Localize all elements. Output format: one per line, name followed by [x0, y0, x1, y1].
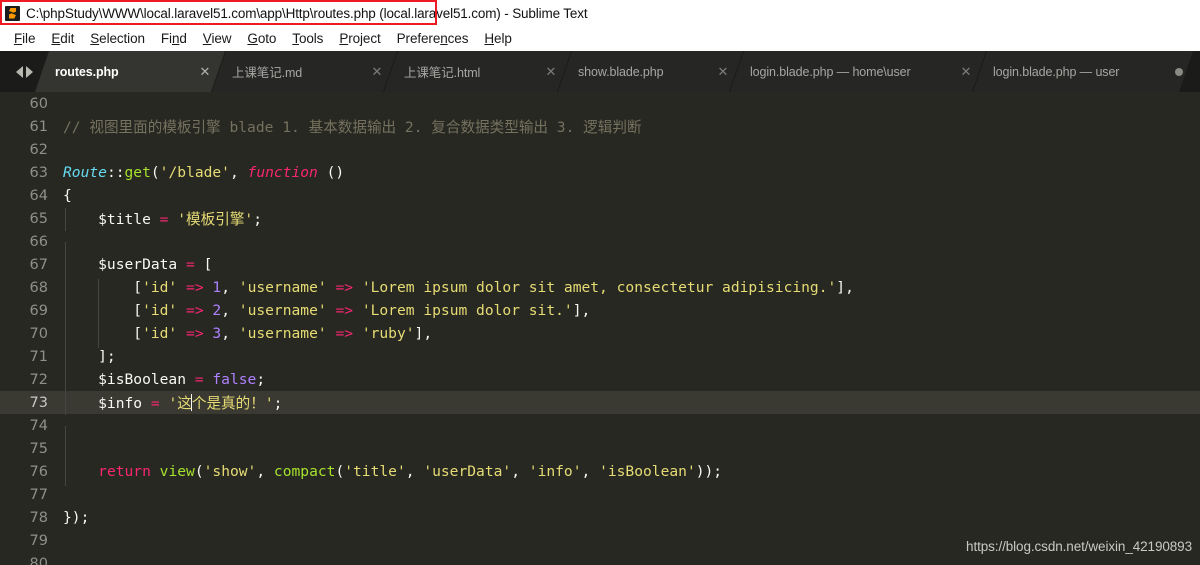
tab-close-icon[interactable]: ✕ — [363, 64, 391, 80]
tab-show-blade-php[interactable]: show.blade.php ✕ — [558, 51, 743, 92]
tab-unsaved-dot-icon[interactable] — [1167, 68, 1191, 76]
code-editor[interactable]: 60 61 // 视图里面的模板引擎 blade 1. 基本数据输出 2. 复合… — [0, 92, 1200, 565]
sublime-text-window: C:\phpStudy\WWW\local.laravel51.com\app\… — [0, 0, 1200, 565]
line-number: 64 — [29, 187, 48, 204]
line-number: 61 — [29, 118, 48, 135]
tab-label: login.blade.php — home\user — [750, 64, 911, 79]
line-content: $title = '模板引擎'; — [62, 208, 1200, 231]
line-content: $isBoolean = false; — [62, 371, 1200, 394]
menu-item-preferences[interactable]: Preferences — [389, 31, 477, 46]
line-content: $info = '这个是真的！'; — [62, 392, 1200, 415]
tab-close-icon[interactable]: ✕ — [709, 64, 737, 80]
menu-item-tools[interactable]: Tools — [284, 31, 331, 46]
code-lines: 60 61 // 视图里面的模板引擎 blade 1. 基本数据输出 2. 复合… — [0, 92, 1200, 565]
tab-close-icon[interactable]: ✕ — [952, 64, 980, 80]
code-line: 60 — [0, 92, 1200, 115]
line-number: 74 — [29, 417, 48, 434]
line-number: 66 — [29, 233, 48, 250]
line-content: $userData = [ — [62, 256, 1200, 279]
tab-close-icon[interactable]: ✕ — [191, 64, 219, 80]
tab-shangkebiji-html[interactable]: 上课笔记.html ✕ — [384, 51, 571, 92]
line-number: 65 — [29, 210, 48, 227]
line-content: ]; — [62, 348, 1200, 371]
tab-close-icon[interactable]: ✕ — [537, 64, 565, 80]
code-line: 63 Route::get('/blade', function () — [0, 161, 1200, 184]
tab-label: routes.php — [55, 64, 119, 79]
line-number: 79 — [29, 532, 48, 549]
line-number: 77 — [29, 486, 48, 503]
line-content: ['id' => 2, 'username' => 'Lorem ipsum d… — [62, 302, 1200, 325]
menu-bar: File Edit Selection Find View Goto Tools… — [0, 26, 1200, 51]
sublime-text-icon — [5, 5, 20, 21]
arrow-left-icon[interactable] — [15, 65, 23, 78]
line-number: 62 — [29, 141, 48, 158]
window-title: C:\phpStudy\WWW\local.laravel51.com\app\… — [26, 5, 588, 21]
tab-bar: routes.php ✕ 上课笔记.md ✕ 上课笔记.html ✕ show.… — [0, 51, 1200, 92]
tab-label: login.blade.php — user — [993, 64, 1120, 79]
menu-item-project[interactable]: Project — [331, 31, 388, 46]
tab-login-blade-php-home-user[interactable]: login.blade.php — home\user ✕ — [730, 51, 986, 92]
code-line-current: 73 $info = '这个是真的！'; — [0, 391, 1200, 415]
line-content: Route::get('/blade', function () — [63, 164, 345, 181]
code-line: 70 ['id' => 3, 'username' => 'ruby'], — [0, 322, 1200, 348]
line-number: 72 — [29, 371, 48, 388]
line-content: return view('show', compact('title', 'us… — [62, 463, 1200, 486]
tab-routes-php[interactable]: routes.php ✕ — [35, 51, 225, 92]
line-content: }); — [63, 509, 90, 526]
code-line: 65 $title = '模板引擎'; — [0, 207, 1200, 231]
code-line: 67 $userData = [ — [0, 253, 1200, 279]
code-line: 64 { — [0, 184, 1200, 207]
tab-label: 上课笔记.md — [232, 66, 303, 80]
line-number: 63 — [29, 164, 48, 181]
code-line: 77 — [0, 483, 1200, 506]
tab-label: show.blade.php — [578, 64, 664, 79]
line-content: // 视图里面的模板引擎 blade 1. 基本数据输出 2. 复合数据类型输出… — [63, 119, 642, 136]
code-line: 78 }); — [0, 506, 1200, 529]
menu-item-goto[interactable]: Goto — [239, 31, 284, 46]
code-line: 72 $isBoolean = false; — [0, 368, 1200, 394]
arrow-right-icon[interactable] — [25, 65, 33, 78]
code-line: 66 — [0, 230, 1200, 265]
code-line: 69 ['id' => 2, 'username' => 'Lorem ipsu… — [0, 299, 1200, 325]
menu-item-file[interactable]: File — [6, 31, 43, 46]
line-number: 69 — [29, 302, 48, 319]
line-number: 67 — [29, 256, 48, 273]
line-number: 78 — [29, 509, 48, 526]
code-line: 75 — [0, 437, 1200, 472]
menu-item-selection[interactable]: Selection — [82, 31, 153, 46]
line-number: 76 — [29, 463, 48, 480]
line-number: 68 — [29, 279, 48, 296]
line-content: ['id' => 3, 'username' => 'ruby'], — [62, 325, 1200, 348]
code-line: 76 return view('show', compact('title', … — [0, 460, 1200, 486]
watermark: https://blog.csdn.net/weixin_42190893 — [966, 539, 1192, 554]
line-content: { — [63, 187, 72, 204]
title-bar: C:\phpStudy\WWW\local.laravel51.com\app\… — [0, 0, 1200, 26]
menu-item-find[interactable]: Find — [153, 31, 195, 46]
line-number: 60 — [29, 95, 48, 112]
menu-item-view[interactable]: View — [195, 31, 240, 46]
code-line: 71 ]; — [0, 345, 1200, 371]
tab-shangkebiji-md[interactable]: 上课笔记.md ✕ — [212, 51, 397, 92]
line-number: 71 — [29, 348, 48, 365]
code-line: 74 — [0, 414, 1200, 449]
line-number: 70 — [29, 325, 48, 342]
line-number: 80 — [29, 555, 48, 565]
code-line: 62 — [0, 138, 1200, 161]
tab-login-blade-php-user[interactable]: login.blade.php — user — [973, 51, 1193, 92]
menu-item-edit[interactable]: Edit — [43, 31, 82, 46]
line-number: 73 — [29, 394, 48, 411]
code-line: 68 ['id' => 1, 'username' => 'Lorem ipsu… — [0, 276, 1200, 302]
line-content: ['id' => 1, 'username' => 'Lorem ipsum d… — [62, 279, 1200, 302]
tab-label: 上课笔记.html — [404, 66, 481, 80]
code-line: 61 // 视图里面的模板引擎 blade 1. 基本数据输出 2. 复合数据类… — [0, 115, 1200, 138]
menu-item-help[interactable]: Help — [476, 31, 519, 46]
line-number: 75 — [29, 440, 48, 457]
